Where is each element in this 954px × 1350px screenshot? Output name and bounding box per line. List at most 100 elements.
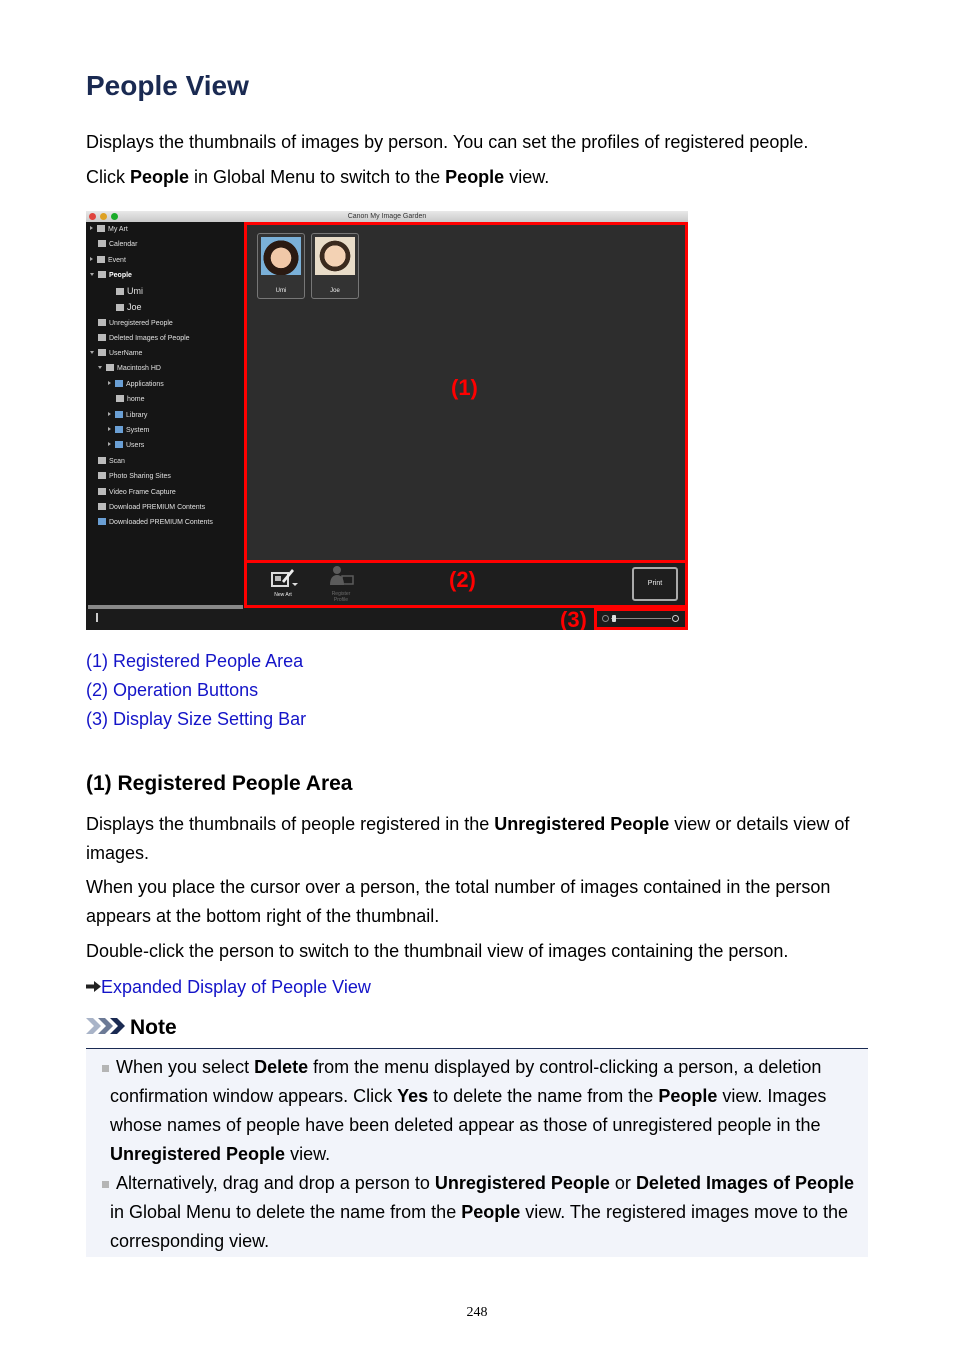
- note-item: Alternatively, drag and drop a person to…: [102, 1169, 866, 1256]
- note-title: Note: [130, 1016, 177, 1039]
- app-screenshot-window: Canon My Image Garden My Art Calendar Even…: [86, 211, 688, 630]
- sidebar-item[interactable]: Photo Sharing Sites: [98, 472, 171, 482]
- text: to delete the name from the: [428, 1086, 659, 1106]
- highlight-area-3: [594, 608, 688, 630]
- download-icon: [98, 503, 106, 510]
- window-titlebar: Canon My Image Garden: [86, 211, 688, 222]
- sidebar-item[interactable]: Scan: [98, 457, 125, 467]
- section-links: (1) Registered People Area (2) Operation…: [86, 647, 306, 734]
- sidebar-item-label: Scan: [109, 458, 125, 465]
- section-paragraph: When you place the cursor over a person,…: [86, 877, 831, 926]
- text: in Global Menu to switch to the: [189, 167, 446, 187]
- folder-icon: [115, 426, 123, 433]
- disclosure-open-icon[interactable]: [98, 366, 102, 369]
- section-paragraph: Double-click the person to switch to the…: [86, 941, 789, 961]
- sidebar-item[interactable]: People: [90, 271, 132, 281]
- sidebar-item-label: Users: [126, 442, 145, 449]
- link-registered-people-area[interactable]: (1) Registered People Area: [86, 647, 306, 676]
- text: Displays the thumbnails of people regist…: [86, 814, 495, 834]
- sidebar-item[interactable]: UserName: [90, 349, 142, 359]
- disclosure-closed-icon[interactable]: [90, 226, 93, 230]
- bold-term: Delete: [254, 1057, 309, 1077]
- sidebar-item[interactable]: System: [108, 426, 149, 436]
- calendar-icon: [98, 240, 106, 247]
- intro-instruction: Click People in Global Menu to switch to…: [86, 163, 868, 192]
- sidebar-item[interactable]: Umi: [116, 286, 143, 296]
- sidebar-item-label: Joe: [127, 302, 142, 312]
- sidebar-item[interactable]: Macintosh HD: [98, 364, 161, 374]
- info-icon[interactable]: [96, 613, 98, 622]
- home-icon: [116, 395, 124, 402]
- sidebar-item[interactable]: Download PREMIUM Contents: [98, 503, 205, 513]
- sidebar-item[interactable]: Library: [108, 411, 147, 421]
- sidebar-item[interactable]: Calendar: [98, 240, 137, 250]
- video-frame-icon: [98, 488, 106, 495]
- sidebar-item[interactable]: Video Frame Capture: [98, 488, 176, 498]
- note-header: Note: [86, 1016, 177, 1044]
- sidebar-item-label: Unregistered People: [109, 320, 173, 327]
- sidebar-item-label: Applications: [126, 381, 164, 388]
- note-chevrons-icon: [86, 1017, 126, 1040]
- global-menu-sidebar: My Art Calendar Event People Umi Joe Unregiste…: [86, 222, 244, 616]
- sidebar-item[interactable]: Unregistered People: [98, 319, 173, 329]
- people-icon: [98, 271, 106, 278]
- disk-icon: [106, 364, 114, 371]
- sidebar-item-label: Photo Sharing Sites: [109, 473, 171, 480]
- text: Alternatively, drag and drop a person to: [116, 1173, 435, 1193]
- disclosure-closed-icon[interactable]: [108, 442, 111, 446]
- sidebar-item-label: System: [126, 427, 150, 434]
- window-title: Canon My Image Garden: [347, 213, 427, 220]
- event-icon: [97, 256, 105, 263]
- sidebar-item[interactable]: Users: [108, 441, 144, 451]
- related-link-row: Expanded Display of People View: [86, 972, 868, 1002]
- text: or: [609, 1173, 636, 1193]
- disclosure-open-icon[interactable]: [90, 351, 94, 354]
- intro-text: Displays the thumbnails of images by per…: [86, 132, 809, 152]
- sidebar-item-label: Calendar: [109, 241, 138, 248]
- note-item: When you select Delete from the menu dis…: [102, 1053, 866, 1169]
- bold-term: Yes: [397, 1086, 429, 1106]
- bullet-icon: [102, 1181, 109, 1188]
- highlight-area-2: [244, 560, 688, 608]
- sidebar-item-label: Video Frame Capture: [109, 489, 176, 496]
- sidebar-item-label: Download PREMIUM Contents: [109, 504, 206, 511]
- text: When you select: [116, 1057, 255, 1077]
- page-title: People View: [86, 70, 249, 101]
- sidebar-item-label: Downloaded PREMIUM Contents: [109, 519, 213, 526]
- bold-term: People: [130, 167, 190, 187]
- folder-icon: [115, 380, 123, 387]
- sidebar-item[interactable]: home: [116, 395, 145, 405]
- photo-sharing-icon: [98, 472, 106, 479]
- intro-paragraph: Displays the thumbnails of images by per…: [86, 128, 868, 157]
- note-box: When you select Delete from the menu dis…: [86, 1048, 868, 1257]
- sidebar-item[interactable]: Downloaded PREMIUM Contents: [98, 518, 213, 528]
- sidebar-item[interactable]: Event: [90, 256, 126, 266]
- person-photo-icon: [116, 288, 124, 295]
- text: view.: [285, 1144, 331, 1164]
- disclosure-closed-icon[interactable]: [108, 427, 111, 431]
- sidebar-item-label: Umi: [127, 286, 143, 296]
- link-expanded-display[interactable]: Expanded Display of People View: [101, 977, 371, 997]
- sidebar-item[interactable]: Joe: [116, 302, 142, 312]
- sidebar-item[interactable]: Deleted Images of People: [98, 334, 190, 344]
- bold-term: Unregistered People: [494, 814, 670, 834]
- disclosure-closed-icon[interactable]: [108, 412, 111, 416]
- sidebar-item[interactable]: Applications: [108, 380, 164, 390]
- my-art-icon: [97, 225, 105, 232]
- highlight-area-1: [244, 222, 688, 564]
- folder-icon: [115, 411, 123, 418]
- disclosure-closed-icon[interactable]: [90, 257, 93, 261]
- unregistered-people-icon: [98, 319, 106, 326]
- text: view.: [504, 167, 550, 187]
- link-display-size-setting-bar[interactable]: (3) Display Size Setting Bar: [86, 705, 306, 734]
- disclosure-closed-icon[interactable]: [108, 381, 111, 385]
- page-number: 248: [466, 1305, 488, 1320]
- deleted-people-icon: [98, 334, 106, 341]
- folder-icon: [98, 518, 106, 525]
- sidebar-item-label: Library: [126, 412, 148, 419]
- bold-term: People: [461, 1202, 521, 1222]
- bold-term: People: [658, 1086, 718, 1106]
- disclosure-open-icon[interactable]: [90, 273, 94, 276]
- link-operation-buttons[interactable]: (2) Operation Buttons: [86, 676, 306, 705]
- sidebar-item[interactable]: My Art: [90, 225, 128, 235]
